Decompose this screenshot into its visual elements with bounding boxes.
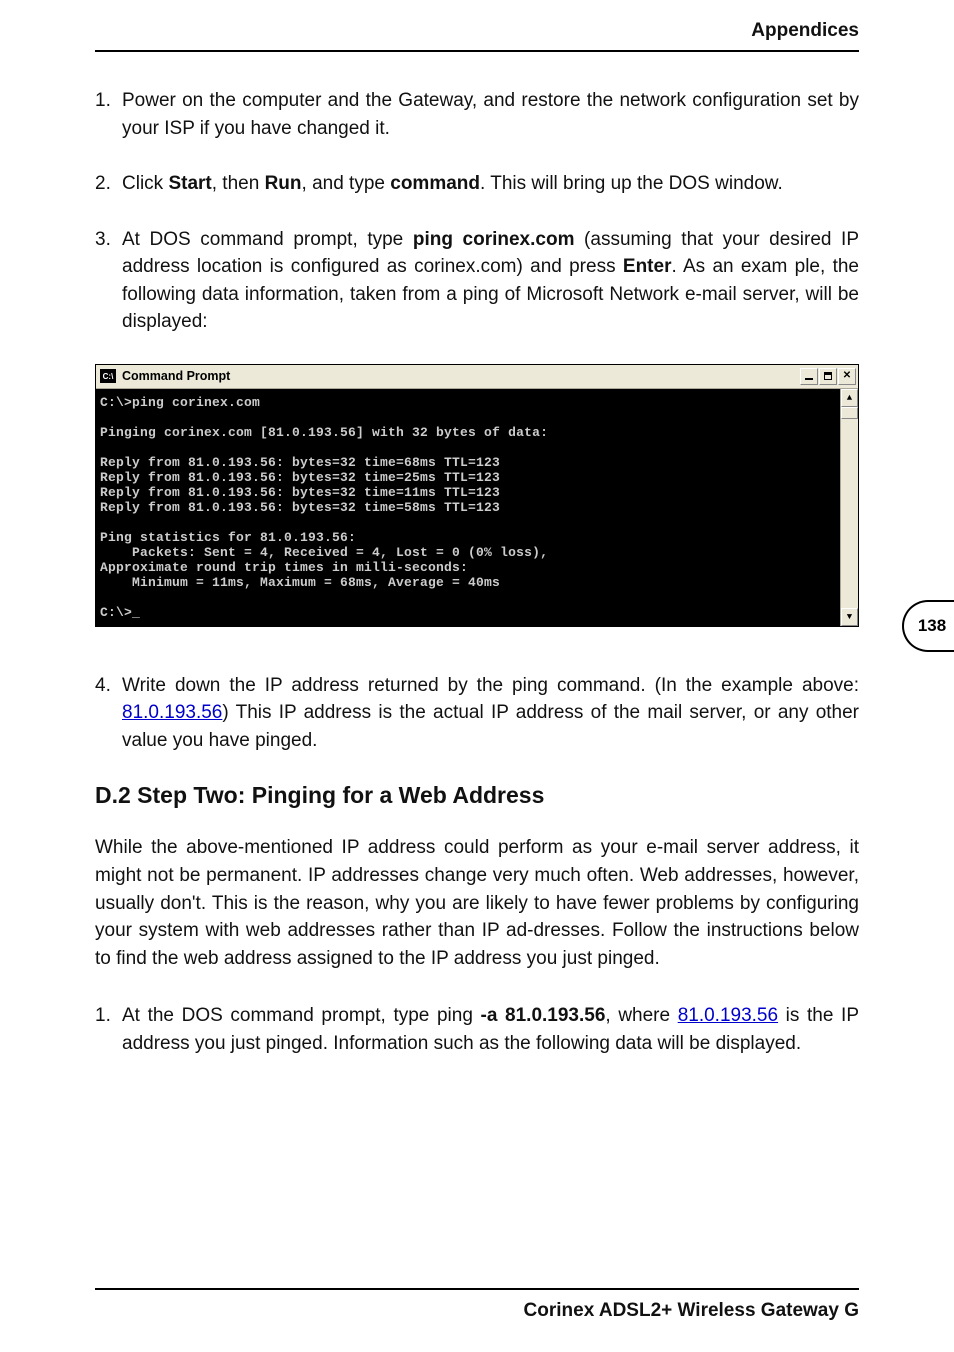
maximize-button[interactable] [819, 368, 837, 385]
list-body: Write down the IP address returned by th… [122, 672, 859, 755]
terminal-output: C:\>ping corinex.com Pinging corinex.com… [96, 389, 840, 626]
ip-link[interactable]: 81.0.193.56 [122, 702, 222, 723]
page-header: Appendices [95, 20, 859, 52]
close-button[interactable]: ✕ [838, 368, 856, 385]
step-list-c: 1.At the DOS command prompt, type ping -… [95, 1002, 859, 1057]
minimize-button[interactable] [800, 368, 818, 385]
scroll-track[interactable] [841, 407, 858, 608]
scroll-down-button[interactable]: ▼ [841, 608, 858, 626]
list-item: 4.Write down the IP address returned by … [95, 672, 859, 755]
list-number: 4. [95, 672, 122, 755]
list-item: 2.Click Start, then Run, and type comman… [95, 170, 859, 198]
list-body: At the DOS command prompt, type ping -a … [122, 1002, 859, 1057]
list-body: At DOS command prompt, type ping corinex… [122, 226, 859, 336]
list-number: 1. [95, 1002, 122, 1057]
scrollbar[interactable]: ▲ ▼ [840, 389, 858, 626]
page-footer: Corinex ADSL2+ Wireless Gateway G [95, 1288, 859, 1322]
list-item: 1.Power on the computer and the Gateway,… [95, 87, 859, 142]
list-number: 1. [95, 87, 122, 142]
section-heading: D.2 Step Two: Pinging for a Web Address [95, 782, 859, 809]
command-prompt-window: C:\ Command Prompt ✕ C:\>ping corinex.co… [95, 364, 859, 627]
scroll-up-button[interactable]: ▲ [841, 389, 858, 407]
scroll-thumb[interactable] [841, 407, 858, 419]
section-paragraph: While the above-mentioned IP address cou… [95, 834, 859, 972]
window-title: Command Prompt [122, 369, 799, 383]
list-body: Click Start, then Run, and type command.… [122, 170, 859, 198]
page-number: 138 [902, 600, 954, 652]
window-titlebar: C:\ Command Prompt ✕ [96, 365, 858, 389]
list-item: 1.At the DOS command prompt, type ping -… [95, 1002, 859, 1057]
list-body: Power on the computer and the Gateway, a… [122, 87, 859, 142]
list-number: 3. [95, 226, 122, 336]
cmd-icon: C:\ [100, 369, 116, 383]
list-number: 2. [95, 170, 122, 198]
ip-link[interactable]: 81.0.193.56 [678, 1005, 778, 1026]
step-list-b: 4.Write down the IP address returned by … [95, 672, 859, 755]
step-list-a: 1.Power on the computer and the Gateway,… [95, 87, 859, 336]
list-item: 3.At DOS command prompt, type ping corin… [95, 226, 859, 336]
